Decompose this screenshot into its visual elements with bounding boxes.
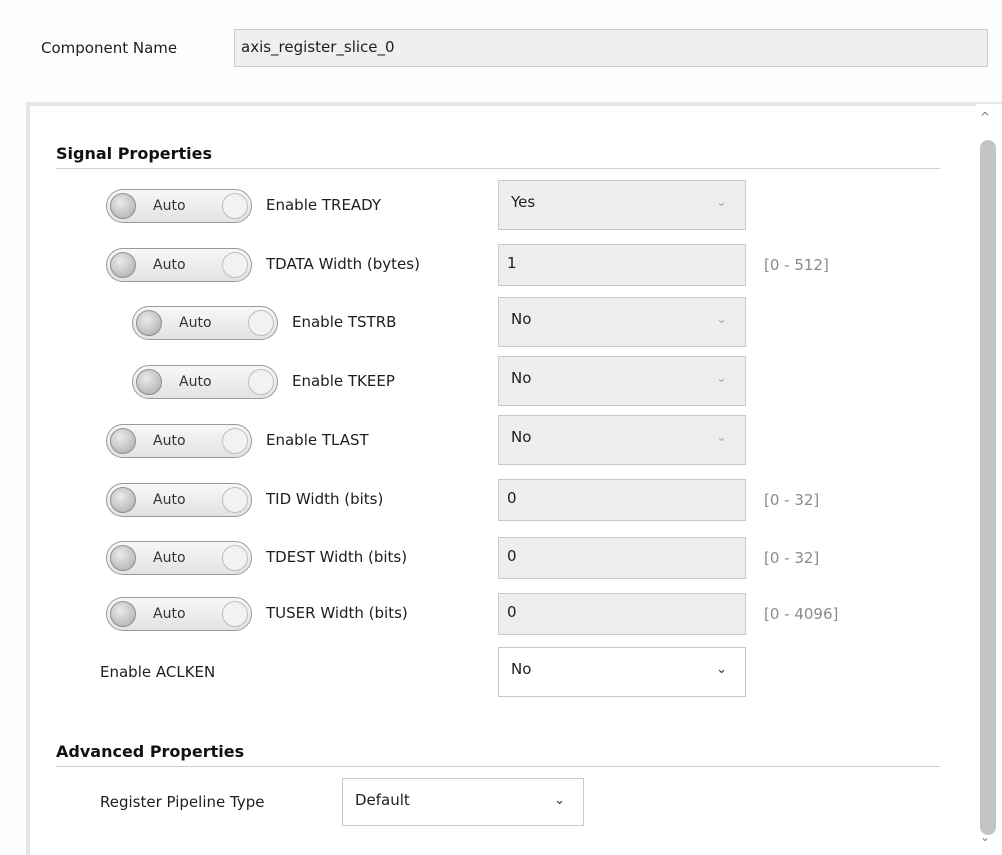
tstrb-label: Enable TSTRB [292, 313, 397, 331]
tready-select[interactable]: Yes ⌄ [498, 180, 746, 230]
toggle-knob-end-icon [222, 428, 248, 454]
toggle-label: Auto [153, 492, 186, 508]
advanced-properties-title: Advanced Properties [56, 742, 245, 761]
tid-auto-toggle[interactable]: Auto [106, 483, 252, 517]
tdata-width-label: TDATA Width (bytes) [266, 255, 420, 273]
tdest-width-label: TDEST Width (bits) [266, 548, 408, 566]
tuser-width-input[interactable]: 0 [498, 593, 746, 635]
toggle-label: Auto [179, 374, 212, 390]
pipeline-type-value: Default [355, 791, 410, 809]
tlast-auto-toggle[interactable]: Auto [106, 424, 252, 458]
toggle-knob-icon [136, 369, 162, 395]
tid-width-label: TID Width (bits) [266, 490, 384, 508]
toggle-label: Auto [179, 315, 212, 331]
toggle-knob-icon [110, 428, 136, 454]
chevron-down-icon: ⌄ [716, 430, 727, 445]
toggle-knob-icon [110, 601, 136, 627]
pipeline-type-label: Register Pipeline Type [100, 793, 265, 811]
toggle-knob-end-icon [248, 369, 274, 395]
tkeep-label: Enable TKEEP [292, 372, 395, 390]
scroll-up-arrow-icon[interactable]: ^ [980, 110, 990, 124]
tuser-width-label: TUSER Width (bits) [266, 604, 408, 622]
aclken-label: Enable ACLKEN [100, 663, 216, 681]
tdata-auto-toggle[interactable]: Auto [106, 248, 252, 282]
tready-auto-toggle[interactable]: Auto [106, 189, 252, 223]
tid-width-range: [0 - 32] [764, 491, 820, 509]
chevron-down-icon: ⌄ [716, 371, 727, 386]
toggle-knob-end-icon [222, 252, 248, 278]
tkeep-auto-toggle[interactable]: Auto [132, 365, 278, 399]
tid-width-input[interactable]: 0 [498, 479, 746, 521]
toggle-knob-end-icon [248, 310, 274, 336]
toggle-knob-end-icon [222, 601, 248, 627]
tuser-auto-toggle[interactable]: Auto [106, 597, 252, 631]
tready-label: Enable TREADY [266, 196, 382, 214]
pipeline-type-select[interactable]: Default ⌄ [342, 778, 584, 826]
toggle-knob-end-icon [222, 487, 248, 513]
toggle-knob-end-icon [222, 193, 248, 219]
toggle-knob-icon [110, 487, 136, 513]
chevron-down-icon: ⌄ [716, 662, 727, 677]
toggle-label: Auto [153, 550, 186, 566]
tlast-label: Enable TLAST [266, 431, 369, 449]
toggle-knob-icon [110, 252, 136, 278]
component-name-input[interactable]: axis_register_slice_0 [234, 29, 988, 67]
tdest-auto-toggle[interactable]: Auto [106, 541, 252, 575]
component-name-label: Component Name [41, 39, 178, 57]
tuser-width-range: [0 - 4096] [764, 605, 839, 623]
signal-properties-divider [56, 168, 940, 169]
tstrb-auto-toggle[interactable]: Auto [132, 306, 278, 340]
toggle-label: Auto [153, 606, 186, 622]
toggle-label: Auto [153, 257, 186, 273]
tdest-width-range: [0 - 32] [764, 549, 820, 567]
chevron-down-icon: ⌄ [716, 312, 727, 327]
signal-properties-title: Signal Properties [56, 144, 213, 163]
toggle-knob-icon [110, 193, 136, 219]
aclken-select[interactable]: No ⌄ [498, 647, 746, 697]
toggle-knob-end-icon [222, 545, 248, 571]
tdata-width-range: [0 - 512] [764, 256, 829, 274]
toggle-knob-icon [136, 310, 162, 336]
tkeep-select[interactable]: No ⌄ [498, 356, 746, 406]
tstrb-select[interactable]: No ⌄ [498, 297, 746, 347]
tlast-select[interactable]: No ⌄ [498, 415, 746, 465]
tkeep-value: No [511, 369, 532, 387]
toggle-label: Auto [153, 198, 186, 214]
properties-panel: Signal Properties Auto Enable TREADY Yes… [26, 102, 1002, 855]
aclken-value: No [511, 660, 532, 678]
toggle-knob-icon [110, 545, 136, 571]
tdest-width-input[interactable]: 0 [498, 537, 746, 579]
tlast-value: No [511, 428, 532, 446]
tstrb-value: No [511, 310, 532, 328]
chevron-down-icon: ⌄ [554, 793, 565, 808]
tready-value: Yes [511, 193, 536, 211]
tdata-width-input[interactable]: 1 [498, 244, 746, 286]
scrollbar-thumb[interactable] [980, 140, 996, 835]
component-name-row: Component Name axis_register_slice_0 [0, 0, 1002, 100]
chevron-down-icon: ⌄ [716, 195, 727, 210]
scroll-down-arrow-icon[interactable]: ⌄ [980, 830, 990, 844]
advanced-properties-divider [56, 766, 940, 767]
toggle-label: Auto [153, 433, 186, 449]
